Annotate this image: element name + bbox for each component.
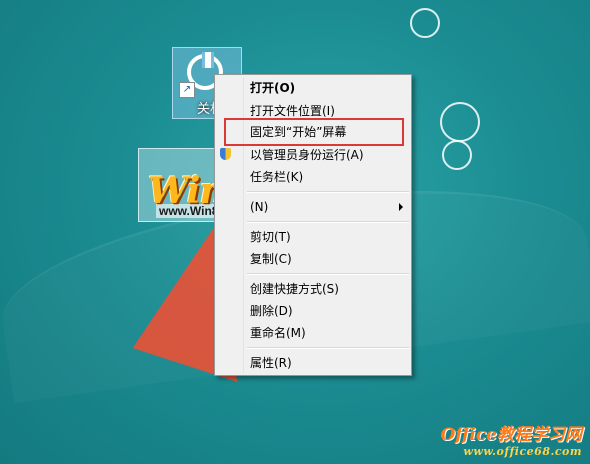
menu-item-copy[interactable]: 复制(C)	[217, 248, 409, 270]
menu-item-delete[interactable]: 删除(D)	[217, 300, 409, 322]
annotation-highlight-box	[224, 118, 404, 146]
menu-separator	[247, 221, 409, 223]
uac-shield-icon	[220, 148, 231, 160]
menu-item-label: 属性(R)	[250, 356, 292, 370]
menu-item-label: 重命名(M)	[250, 326, 306, 340]
menu-separator	[247, 273, 409, 275]
menu-item-create-shortcut[interactable]: 创建快捷方式(S)	[217, 278, 409, 300]
menu-item-send-to[interactable]: (N)	[217, 196, 409, 218]
menu-item-label: (N)	[250, 200, 269, 214]
corner-watermark-url: www.office68.com	[463, 445, 582, 458]
menu-item-cut[interactable]: 剪切(T)	[217, 226, 409, 248]
menu-item-label: 删除(D)	[250, 304, 293, 318]
menu-item-properties[interactable]: 属性(R)	[217, 352, 409, 374]
menu-item-label: 创建快捷方式(S)	[250, 282, 339, 296]
menu-separator	[247, 347, 409, 349]
menu-item-label: 以管理员身份运行(A)	[250, 148, 364, 162]
decorative-ring	[440, 102, 480, 142]
menu-item-label: 打开(O)	[250, 81, 296, 95]
menu-item-label: 复制(C)	[250, 252, 292, 266]
menu-item-run-as-admin[interactable]: 以管理员身份运行(A)	[217, 144, 409, 166]
menu-separator	[247, 191, 409, 193]
menu-item-pin-to-taskbar[interactable]: 任务栏(K)	[217, 166, 409, 188]
menu-item-rename[interactable]: 重命名(M)	[217, 322, 409, 344]
office68-watermark: Office教程学习网 www.office68.com	[441, 420, 583, 458]
menu-item-open[interactable]: 打开(O)	[217, 77, 409, 99]
corner-watermark-title: Office教程学习网	[440, 425, 583, 445]
shortcut-arrow-icon: ↗	[179, 82, 195, 98]
menu-item-label: 剪切(T)	[250, 230, 291, 244]
decorative-ring	[442, 140, 472, 170]
menu-item-label: 任务栏(K)	[250, 170, 304, 184]
decorative-ring	[410, 8, 440, 38]
